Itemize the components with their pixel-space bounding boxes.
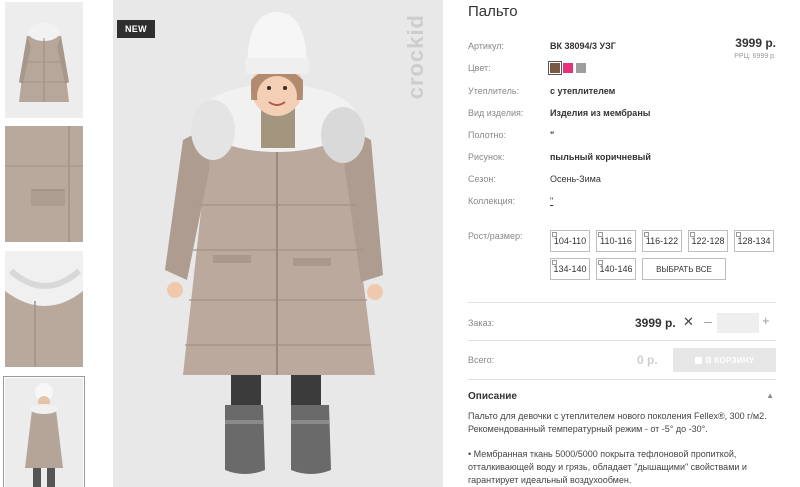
size-label: 122-128 xyxy=(691,236,725,246)
spec-value: пыльный коричневый xyxy=(550,152,651,162)
order-label: Заказ: xyxy=(468,318,495,328)
size-label: 110-116 xyxy=(600,236,632,246)
thumbnail-4[interactable] xyxy=(3,376,85,487)
spec-value: с утеплителем xyxy=(550,86,616,96)
size-button[interactable]: 122-128 xyxy=(688,230,728,252)
quantity-input[interactable] xyxy=(717,313,759,333)
checkbox-icon xyxy=(644,232,649,237)
quantity-decrease-button[interactable]: – xyxy=(704,313,712,329)
recommended-price: РРЦ: 6999 р. xyxy=(734,53,776,60)
size-button[interactable]: 110-116 xyxy=(596,230,636,252)
spec-label: Цвет: xyxy=(468,63,491,73)
spec-label: Вид изделия: xyxy=(468,108,524,118)
size-button[interactable]: 104-110 xyxy=(550,230,590,252)
size-label: 116-122 xyxy=(645,236,679,246)
product-info-panel: Пальто Артикул: ВК 38094/3 УЗГ 3999 р. Р… xyxy=(468,0,778,487)
checkbox-icon xyxy=(690,232,695,237)
total-label: Всего: xyxy=(468,355,495,365)
spec-label: Сезон: xyxy=(468,174,496,184)
collapse-caret-icon[interactable]: ▲ xyxy=(766,391,774,400)
close-icon[interactable]: ✕ xyxy=(683,314,694,330)
brand-watermark: crockid xyxy=(403,14,428,100)
size-label: 134-140 xyxy=(553,264,587,274)
spec-label: Артикул: xyxy=(468,41,505,51)
divider xyxy=(468,379,776,380)
spec-value: Изделия из мембраны xyxy=(550,108,651,118)
size-label: 140-146 xyxy=(599,264,633,274)
thumbnail-3[interactable] xyxy=(5,251,83,367)
spec-label: Рисунок: xyxy=(468,152,505,162)
checkbox-icon xyxy=(736,232,741,237)
quantity-increase-button[interactable]: + xyxy=(762,313,770,328)
spec-value[interactable]: " xyxy=(550,196,553,206)
size-label: Рост/размер: xyxy=(468,231,523,241)
size-button[interactable]: 116-122 xyxy=(642,230,682,252)
size-button[interactable]: 134-140 xyxy=(550,258,590,280)
cart-icon xyxy=(694,356,702,364)
size-button[interactable]: 140-146 xyxy=(596,258,636,280)
thumbnail-2[interactable] xyxy=(5,126,83,242)
spec-label: Полотно: xyxy=(468,130,507,140)
color-swatch-grey[interactable] xyxy=(576,63,586,73)
size-button[interactable]: 128-134 xyxy=(734,230,774,252)
spec-value: Осень-Зима xyxy=(550,174,601,184)
color-swatch-pink[interactable] xyxy=(563,63,573,73)
select-all-sizes-button[interactable]: ВЫБРАТЬ ВСЕ xyxy=(642,258,726,280)
size-label: 128-134 xyxy=(737,236,771,246)
thumbnail-1[interactable] xyxy=(5,2,83,118)
order-price: 3999 р. xyxy=(635,316,676,330)
total-value: 0 р. xyxy=(637,353,658,367)
divider xyxy=(468,302,776,303)
description-title: Описание xyxy=(468,391,517,402)
product-title: Пальто xyxy=(468,3,518,20)
main-product-photo[interactable]: NEW crockid xyxy=(113,0,443,487)
color-swatches xyxy=(548,61,586,75)
checkbox-icon xyxy=(598,260,603,265)
checkbox-icon xyxy=(598,232,603,237)
spec-label: Утеплитель: xyxy=(468,86,520,96)
description-bullet: • Мембранная ткань 5000/5000 покрыта теф… xyxy=(468,449,747,485)
color-swatch-brown[interactable] xyxy=(548,61,562,75)
size-label: 104-110 xyxy=(553,236,587,246)
checkbox-icon xyxy=(552,232,557,237)
add-to-cart-button[interactable]: В КОРЗИНУ xyxy=(673,348,776,372)
divider xyxy=(468,340,776,341)
product-price: 3999 р. xyxy=(735,36,776,50)
description-paragraph: Пальто для девочки с утеплителем нового … xyxy=(468,411,767,434)
spec-value: " xyxy=(550,130,555,140)
spec-label: Коллекция: xyxy=(468,196,516,206)
new-badge: NEW xyxy=(117,20,155,38)
add-to-cart-label: В КОРЗИНУ xyxy=(705,355,755,365)
spec-value: ВК 38094/3 УЗГ xyxy=(550,41,616,51)
checkbox-icon xyxy=(552,260,557,265)
